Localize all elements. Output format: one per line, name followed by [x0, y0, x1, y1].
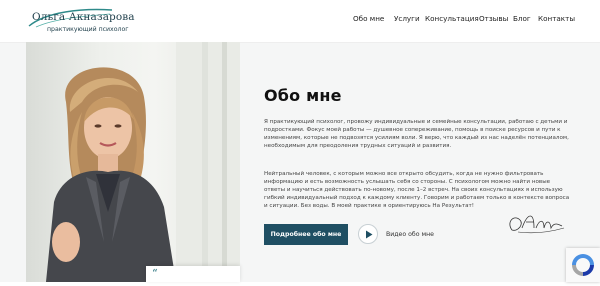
recaptcha-icon	[572, 254, 594, 276]
video-about-me-label[interactable]: Видео обо мне	[386, 231, 434, 238]
about-paragraph-2: Нейтральный человек, с которым можно все…	[264, 170, 588, 210]
nav-item-consultation[interactable]: Консультация	[425, 14, 479, 23]
logo-subtitle: практикующий психолог	[47, 26, 129, 33]
play-icon	[366, 230, 373, 239]
paragraph-1-line: Я практикующий психолог, провожу индивид…	[264, 119, 568, 125]
main-nav: Обо мне Услуги Консультация Отзывы Блог …	[0, 14, 600, 26]
site-header: Ольга Акназарова практикующий психолог О…	[0, 0, 600, 43]
portrait-photo	[26, 42, 240, 282]
paragraph-2-line: Нейтральный человек, с которым можно все…	[264, 171, 544, 177]
recaptcha-badge[interactable]	[566, 248, 600, 282]
about-paragraph-1: Я практикующий психолог, провожу индивид…	[264, 118, 588, 150]
nav-item-about[interactable]: Обо мне	[353, 14, 384, 23]
paragraph-2-line: информацию и есть возможность услышать с…	[264, 179, 551, 185]
signature-icon	[509, 215, 565, 234]
paragraph-1-line: необходимым для преодоления трудных ситу…	[264, 143, 452, 149]
quote-card: “	[146, 266, 240, 282]
nav-item-blog[interactable]: Блог	[513, 14, 531, 23]
paragraph-1-line: изменениям, которые не подвозятся усилия…	[264, 135, 569, 141]
nav-item-contacts[interactable]: Контакты	[538, 14, 575, 23]
paragraph-2-line: гибкий индивидуальный подход к каждому к…	[264, 195, 570, 201]
paragraph-1-line: подростками. Фокус моей работы — душевно…	[264, 127, 561, 133]
paragraph-2-line: ответы и научиться действовать по-новому…	[264, 187, 563, 193]
page-title: Обо мне	[264, 86, 342, 105]
video-play-button[interactable]	[358, 224, 378, 244]
nav-item-services[interactable]: Услуги	[394, 14, 420, 23]
nav-item-reviews[interactable]: Отзывы	[479, 14, 508, 23]
more-about-me-button[interactable]: Подробнее обо мне	[264, 224, 348, 245]
quote-mark-icon: “	[152, 267, 158, 280]
